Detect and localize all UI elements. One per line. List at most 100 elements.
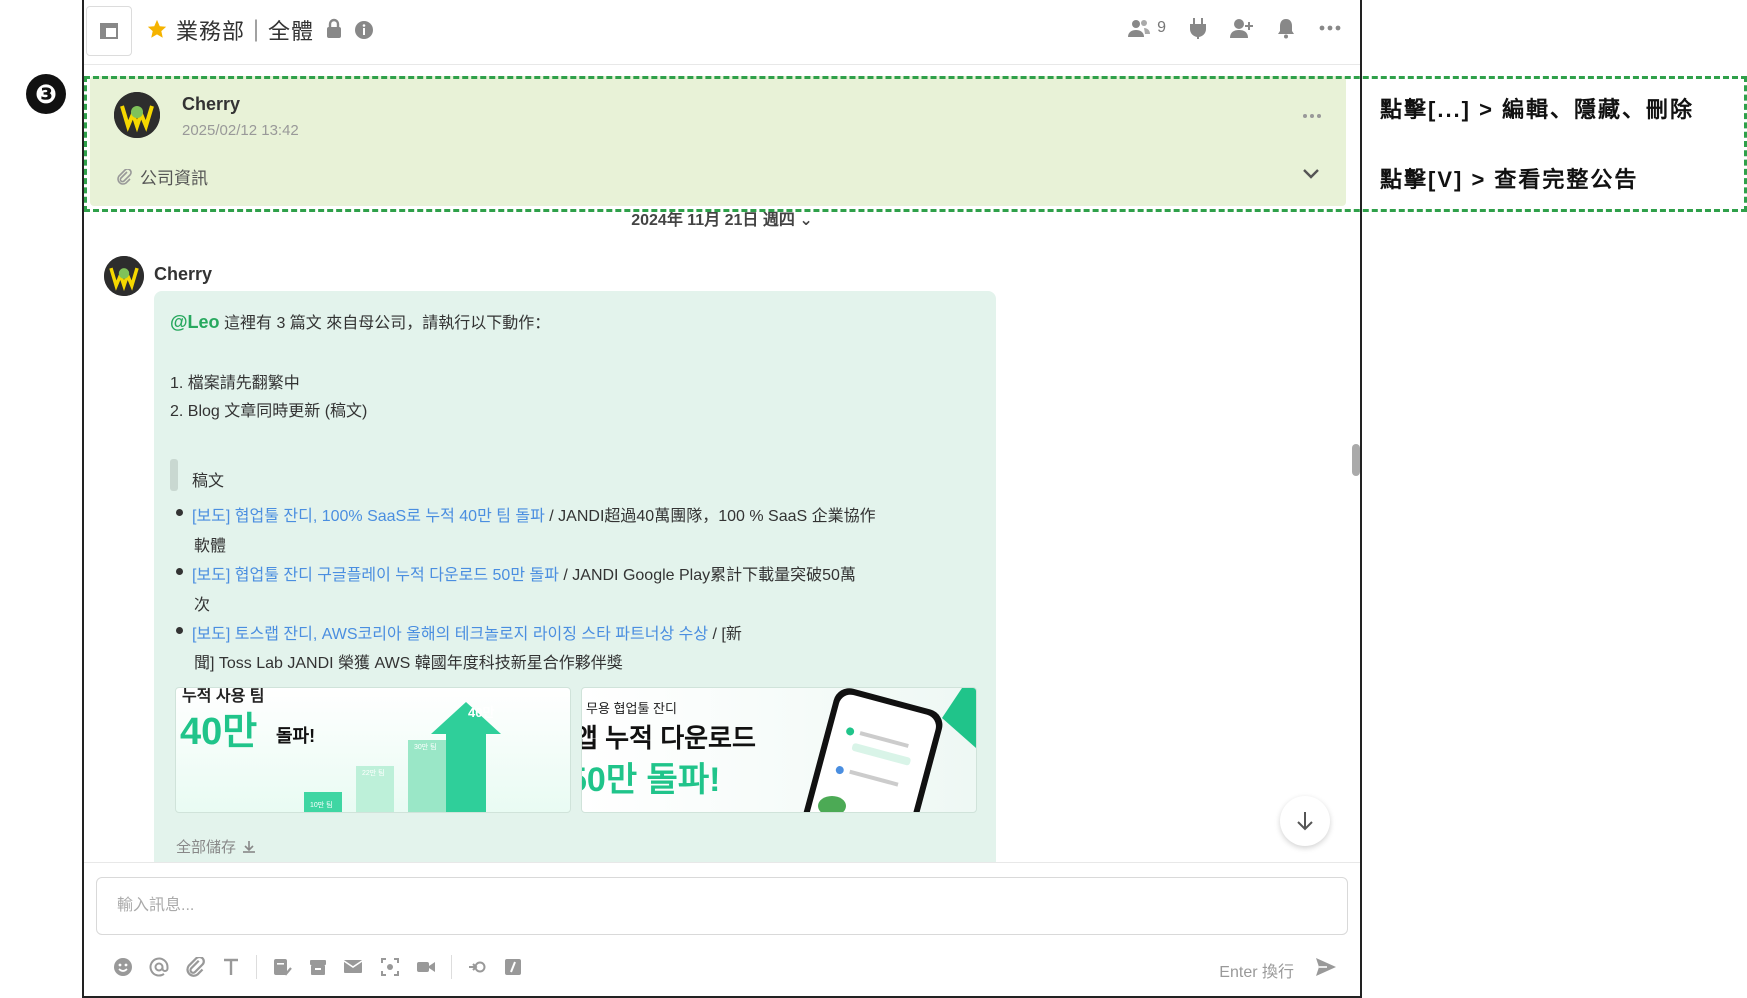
announcement-banner[interactable]: Cherry 2025/02/12 13:42 公司資訊 bbox=[90, 76, 1346, 206]
attachment-image[interactable]: 누적 사용 팀 40만 돌파! 40만 30만 팀 22만 팀 10만 팀 bbox=[175, 687, 571, 813]
email-button[interactable] bbox=[343, 956, 365, 978]
toolbar-divider bbox=[256, 955, 257, 979]
image-bar-label: 30만 팀 bbox=[414, 744, 437, 751]
date-separator-label: 2024年 11月 21日 週四 bbox=[631, 212, 795, 229]
article-link[interactable]: [보도] 협업툴 잔디, 100% SaaS로 누적 40만 팀 돌파 bbox=[192, 508, 545, 525]
scrollbar[interactable] bbox=[1352, 444, 1360, 476]
message-input[interactable]: 輸入訊息... bbox=[96, 877, 1348, 935]
chat-header: 業務部｜全體 9 bbox=[84, 0, 1360, 65]
archive-icon bbox=[310, 960, 326, 975]
invite-member-button[interactable] bbox=[1230, 16, 1254, 40]
image-line2: 앱 누적 다운로드 bbox=[581, 723, 756, 753]
screen-capture-icon bbox=[381, 958, 399, 976]
image-small-text: 돌파! bbox=[276, 726, 316, 746]
image-big-text: 40만 bbox=[180, 711, 258, 753]
header-actions: 9 bbox=[1127, 16, 1342, 40]
intro-text: 這裡有 3 篇文 來自母公司，請執行以下動作： bbox=[219, 315, 551, 332]
announcement-tag-label: 公司資訊 bbox=[140, 169, 208, 188]
more-icon bbox=[1303, 114, 1321, 118]
layout-icon bbox=[100, 23, 118, 39]
member-count: 9 bbox=[1157, 19, 1166, 36]
bot-icon bbox=[469, 961, 486, 973]
quote-bar bbox=[170, 459, 178, 491]
image-arrow-text: 40만 bbox=[468, 705, 495, 720]
annotation-note: 點擊[V] > 查看完整公告 bbox=[1380, 167, 1639, 192]
bell-icon bbox=[1278, 19, 1294, 39]
plug-icon bbox=[1190, 18, 1206, 39]
mention-link[interactable]: @Leo bbox=[170, 312, 220, 332]
article-link[interactable]: [보도] 협업툴 잔디 구글플레이 누적 다운로드 50만 돌파 bbox=[192, 567, 559, 584]
more-icon bbox=[1319, 25, 1341, 31]
emoji-button[interactable] bbox=[112, 956, 134, 978]
chevron-down-icon[interactable] bbox=[1300, 162, 1322, 184]
scroll-to-bottom-button[interactable] bbox=[1280, 796, 1330, 846]
text-format-button[interactable] bbox=[220, 956, 242, 978]
plug-button[interactable] bbox=[1186, 16, 1210, 40]
list-item: [보도] 협업툴 잔디 구글플레이 누적 다운로드 50만 돌파 / JANDI… bbox=[192, 561, 856, 585]
more-options-button[interactable] bbox=[1318, 16, 1342, 40]
info-icon[interactable] bbox=[354, 20, 374, 40]
message-composer: 輸入訊息... Enter 換行 bbox=[84, 862, 1360, 996]
bot-button[interactable] bbox=[466, 956, 488, 978]
article-desc-cont: 軟體 bbox=[194, 538, 227, 555]
channel-title: 業務部｜全體 bbox=[176, 19, 315, 44]
bullet bbox=[176, 627, 183, 634]
attach-button[interactable] bbox=[184, 956, 206, 978]
mention-button[interactable] bbox=[148, 956, 170, 978]
toolbar-divider bbox=[451, 955, 452, 979]
image-line3: 50만 돌파! bbox=[581, 761, 721, 799]
step-item: 2. Blog 文章同時更新 (稿文) bbox=[170, 403, 368, 420]
attachment-image[interactable]: 무용 협업툴 잔디 앱 누적 다운로드 50만 돌파! bbox=[581, 687, 977, 813]
download-icon bbox=[243, 840, 256, 853]
send-icon[interactable] bbox=[1314, 955, 1338, 979]
announcement-tag: 公司資訊 bbox=[116, 164, 208, 189]
video-call-button[interactable] bbox=[415, 956, 437, 978]
archive-button[interactable] bbox=[307, 956, 329, 978]
date-separator[interactable]: 2024年 11月 21日 週四 ⌄ bbox=[84, 206, 1360, 230]
send-hint: Enter 換行 bbox=[1219, 964, 1294, 981]
notification-button[interactable] bbox=[1274, 16, 1298, 40]
article-link[interactable]: [보도] 토스랩 잔디, AWS코리아 올해의 테크놀로지 라이징 스타 파트너… bbox=[192, 626, 708, 643]
announcement-more-button[interactable] bbox=[1302, 102, 1322, 125]
step-item: 1. 檔案請先翻繁中 bbox=[170, 375, 300, 392]
members-button[interactable]: 9 bbox=[1127, 17, 1166, 39]
screen-capture-button[interactable] bbox=[379, 956, 401, 978]
paperclip-icon bbox=[186, 957, 205, 977]
task-button[interactable] bbox=[271, 956, 293, 978]
chevron-down-icon: ⌄ bbox=[799, 212, 813, 229]
bullet bbox=[176, 568, 183, 575]
avatar-image-icon bbox=[114, 92, 160, 138]
avatar[interactable] bbox=[104, 256, 144, 296]
sidebar-toggle-button[interactable] bbox=[86, 6, 132, 56]
chat-window: 業務部｜全體 9 Cherry 2025/02/12 13:42 公司資訊 20… bbox=[82, 0, 1362, 998]
paperclip-icon bbox=[117, 168, 132, 185]
bullet bbox=[176, 509, 183, 516]
article-desc: / JANDI超過40萬團隊，100 % SaaS 企業協作 bbox=[544, 508, 876, 525]
save-all-button[interactable]: 全部儲存 bbox=[176, 836, 256, 857]
composer-toolbar bbox=[112, 955, 524, 979]
slash-command-button[interactable] bbox=[502, 956, 524, 978]
task-icon bbox=[274, 959, 292, 976]
arrow-down-icon bbox=[1297, 812, 1313, 831]
star-icon[interactable] bbox=[146, 18, 168, 40]
at-icon bbox=[149, 957, 169, 977]
article-desc: / JANDI Google Play累計下載量突破50萬 bbox=[558, 567, 856, 584]
announcement-timestamp: 2025/02/12 13:42 bbox=[182, 122, 299, 139]
annotation-note: 點擊[...] > 編輯、隱藏、刪除 bbox=[1380, 97, 1695, 122]
step-marker: ❸ bbox=[26, 74, 66, 114]
message-intro: @Leo 這裡有 3 篇文 來自母公司，請執行以下動作： bbox=[170, 309, 550, 333]
article-desc-cont: 次 bbox=[194, 597, 211, 614]
quote-text: 稿文 bbox=[192, 473, 225, 490]
article-desc-cont: 聞] Toss Lab JANDI 榮獲 AWS 韓國年度科技新星合作夥伴獎 bbox=[194, 655, 623, 672]
add-user-icon bbox=[1230, 19, 1253, 38]
image-bar-label: 22만 팀 bbox=[362, 770, 385, 777]
save-all-label: 全部儲存 bbox=[176, 839, 237, 856]
slash-icon bbox=[505, 959, 521, 975]
message-author: Cherry bbox=[154, 264, 213, 284]
list-item: [보도] 협업툴 잔디, 100% SaaS로 누적 40만 팀 돌파 / JA… bbox=[192, 502, 876, 526]
lock-icon bbox=[327, 18, 341, 38]
article-desc: / [新 bbox=[708, 626, 742, 643]
avatar[interactable] bbox=[114, 92, 160, 138]
image-bar-label: 10만 팀 bbox=[310, 802, 333, 809]
announcement-author: Cherry bbox=[182, 94, 241, 114]
